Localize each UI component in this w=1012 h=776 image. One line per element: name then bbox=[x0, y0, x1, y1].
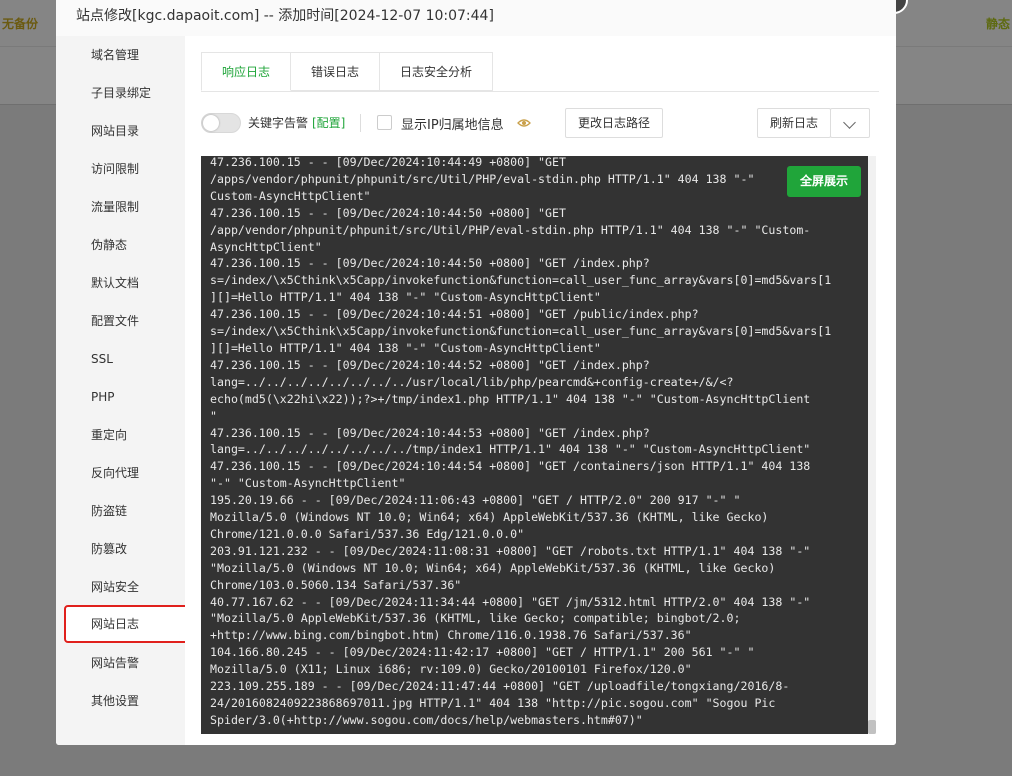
log-scrollbar-thumb[interactable] bbox=[868, 720, 876, 734]
tab-response-log[interactable]: 响应日志 bbox=[201, 52, 292, 91]
tab-divider bbox=[201, 91, 879, 92]
site-edit-modal: 站点修改[kgc.dapaoit.com] -- 添加时间[2024-12-07… bbox=[56, 0, 896, 745]
log-text: 47.236.100.15 - - [09/Dec/2024:10:44:49 … bbox=[210, 156, 832, 727]
modal-title-bar: 站点修改[kgc.dapaoit.com] -- 添加时间[2024-12-07… bbox=[56, 0, 896, 37]
refresh-dropdown-button[interactable] bbox=[830, 108, 870, 138]
log-tabs: 响应日志 错误日志 日志安全分析 bbox=[201, 52, 494, 92]
fullscreen-button[interactable]: 全屏展示 bbox=[787, 166, 861, 197]
sidebar: 域名管理 子目录绑定 网站目录 访问限制 流量限制 伪静态 默认文档 配置文件 … bbox=[56, 36, 208, 745]
toolbar-divider bbox=[360, 114, 361, 132]
modal-title: 站点修改[kgc.dapaoit.com] -- 添加时间[2024-12-07… bbox=[76, 8, 494, 24]
background-backup-status: 无备份 bbox=[2, 17, 39, 31]
toggle-knob bbox=[203, 115, 219, 131]
show-ip-checkbox[interactable] bbox=[377, 115, 392, 130]
log-panel: 响应日志 错误日志 日志安全分析 关键字告警 [配置] 显示IP归属地信息 更改… bbox=[185, 36, 896, 745]
background-static-status: 静态 bbox=[985, 17, 1010, 31]
tab-log-security-analysis[interactable]: 日志安全分析 bbox=[380, 52, 494, 91]
keyword-alert-label: 关键字告警 bbox=[248, 116, 309, 130]
tab-error-log[interactable]: 错误日志 bbox=[291, 52, 381, 91]
keyword-config-link[interactable]: [配置] bbox=[312, 114, 345, 131]
keyword-alert-toggle[interactable] bbox=[201, 113, 241, 133]
refresh-log-button[interactable]: 刷新日志 bbox=[757, 108, 831, 138]
chevron-down-icon bbox=[843, 116, 856, 129]
show-ip-label: 显示IP归属地信息 bbox=[401, 118, 504, 133]
change-log-path-button[interactable]: 更改日志路径 bbox=[565, 108, 663, 138]
log-output[interactable]: 47.236.100.15 - - [09/Dec/2024:10:44:49 … bbox=[201, 156, 868, 734]
log-scrollbar[interactable] bbox=[868, 156, 876, 734]
eye-icon[interactable] bbox=[517, 116, 531, 130]
